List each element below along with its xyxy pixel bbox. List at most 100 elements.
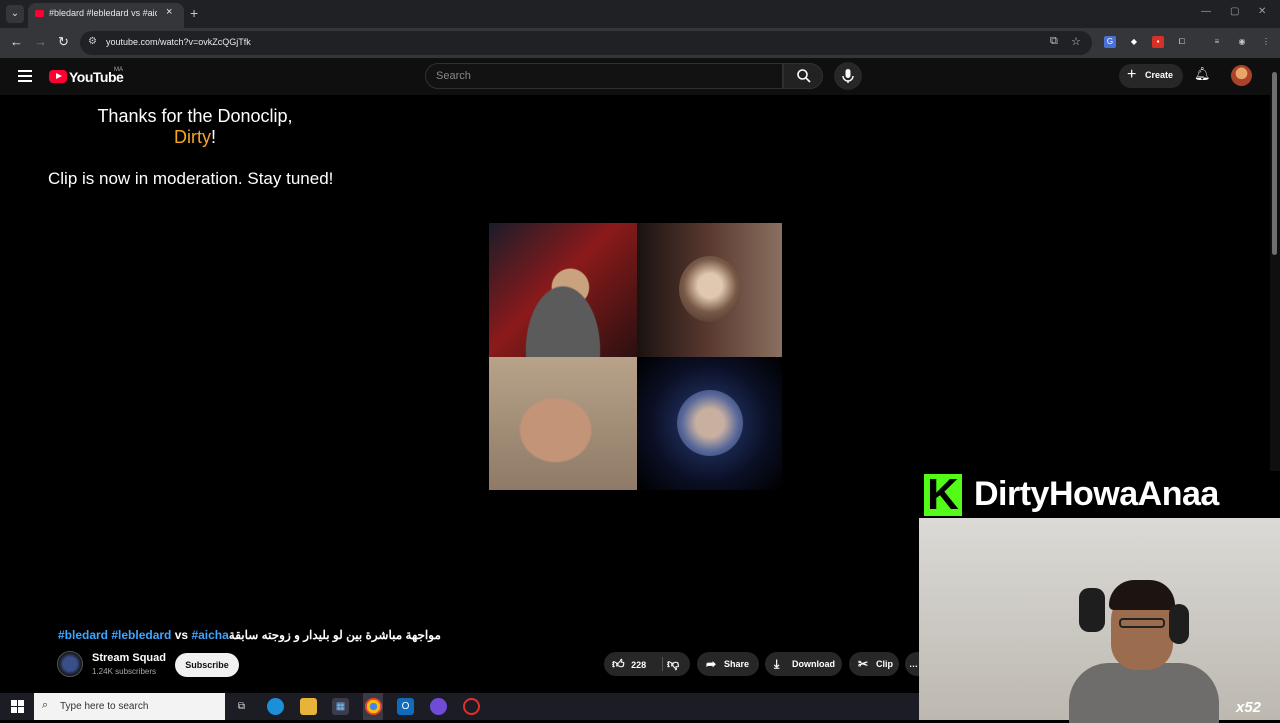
youtube-favicon-icon xyxy=(35,10,44,17)
site-info-icon[interactable]: ⚙ xyxy=(88,36,97,47)
like-dislike-group: 👍︎ 228 👎︎ xyxy=(604,652,690,676)
forward-arrow-icon[interactable]: → xyxy=(34,34,47,49)
share-button[interactable]: ➦ Share xyxy=(697,652,759,676)
video-title-arabic: مواجهة مباشرة بين لو بليدار و زوجته سابق… xyxy=(228,628,441,642)
webcam-person-hair xyxy=(1109,580,1175,610)
chrome-taskbar-icon[interactable] xyxy=(365,698,382,715)
share-label: Share xyxy=(724,659,750,669)
diamond-extension-icon[interactable]: ◆ xyxy=(1128,36,1140,48)
download-label: Download xyxy=(792,659,835,669)
participant-avatar xyxy=(679,256,741,322)
task-view-icon[interactable]: ⧉ xyxy=(233,698,250,715)
windows-taskbar: ⌕ Type here to search ⧉ ▦ O xyxy=(0,693,919,720)
hashtag-link[interactable]: #aicha xyxy=(191,628,228,642)
taskbar-search-placeholder: Type here to search xyxy=(60,701,149,712)
tab-close-icon[interactable]: × xyxy=(166,6,172,18)
share-arrow-icon: ➦ xyxy=(706,657,717,671)
bookmark-star-icon[interactable]: ☆ xyxy=(1071,35,1081,48)
file-explorer-icon[interactable] xyxy=(300,698,317,715)
hashtag-link[interactable]: #lebledard xyxy=(111,628,171,642)
browser-toolbar: ← → ↻ ⚙ youtube.com/watch?v=ovkZcQGjTfk … xyxy=(0,28,1280,58)
window-close-button[interactable]: ✕ xyxy=(1258,6,1266,17)
like-button[interactable]: 👍︎ 228 xyxy=(612,652,646,677)
scissors-icon: ✂ xyxy=(858,657,869,671)
headset-icon xyxy=(1079,588,1105,632)
extensions-puzzle-icon[interactable]: ⧠ xyxy=(1176,36,1188,48)
kick-logo-icon xyxy=(924,470,962,520)
title-vs: vs xyxy=(174,628,189,642)
red-extension-icon[interactable]: ▪ xyxy=(1152,36,1164,48)
like-count: 228 xyxy=(631,660,647,670)
multiplier-badge: x52 xyxy=(1236,699,1262,716)
window-minimize-button[interactable]: — xyxy=(1201,6,1211,17)
notifications-bell-icon[interactable]: 🔔︎ xyxy=(1194,66,1211,82)
youtube-header: YouTube MA Search + Create 🔔︎ xyxy=(0,58,1280,95)
subscriber-count: 1.24K subscribers xyxy=(92,667,157,676)
clip-button[interactable]: ✂ Clip xyxy=(849,652,899,676)
donor-name-line: Dirty! xyxy=(60,127,330,148)
outlook-icon[interactable]: O xyxy=(397,698,414,715)
dislike-button[interactable]: 👎︎ xyxy=(667,652,679,677)
streamer-name: DirtyHowaAnaa xyxy=(974,475,1219,513)
channel-name[interactable]: Stream Squad xyxy=(92,652,166,664)
channel-avatar[interactable] xyxy=(57,651,83,677)
headset-icon xyxy=(1169,604,1189,644)
subscribe-button[interactable]: Subscribe xyxy=(175,653,239,677)
edge-browser-icon[interactable] xyxy=(267,698,284,715)
more-actions-button[interactable]: … xyxy=(905,652,919,676)
moderation-status-text: Clip is now in moderation. Stay tuned! xyxy=(48,169,334,188)
thumbs-up-icon: 👍︎ xyxy=(612,657,625,671)
video-call-tile-top-left xyxy=(489,223,637,357)
tab-search-dropdown-button[interactable]: ⌄ xyxy=(6,5,24,23)
donoclip-thanks-text: Thanks for the Donoclip, xyxy=(97,106,293,126)
profile-icon[interactable]: ◉ xyxy=(1236,36,1248,48)
youtube-logo-icon[interactable] xyxy=(49,70,67,83)
search-placeholder: Search xyxy=(436,70,471,82)
like-divider xyxy=(662,657,663,671)
install-app-icon[interactable]: ⧉ xyxy=(1050,35,1058,48)
obs-app-icon[interactable] xyxy=(463,698,480,715)
hashtag-link[interactable]: #bledard xyxy=(58,628,108,642)
media-controls-icon[interactable]: ≡ xyxy=(1211,36,1223,48)
reload-icon[interactable]: ↻ xyxy=(58,34,69,50)
hamburger-menu-icon[interactable] xyxy=(18,70,32,82)
webcam-person-body xyxy=(1069,663,1219,723)
streamer-webcam xyxy=(919,518,1280,723)
microsoft-store-icon[interactable]: ▦ xyxy=(332,698,349,715)
windows-start-icon[interactable] xyxy=(11,700,24,713)
download-button[interactable]: ⤓ Download xyxy=(765,652,842,676)
chrome-menu-icon[interactable]: ⋮ xyxy=(1260,36,1272,48)
clip-label: Clip xyxy=(876,659,893,669)
voice-search-button[interactable] xyxy=(834,62,862,90)
back-arrow-icon[interactable]: ← xyxy=(10,34,23,49)
messenger-icon[interactable] xyxy=(430,698,447,715)
donor-name-suffix: ! xyxy=(210,127,216,147)
scrollbar-thumb[interactable] xyxy=(1272,72,1277,255)
participant-avatar xyxy=(677,390,743,456)
create-button[interactable]: + Create xyxy=(1119,64,1183,88)
video-call-tile-top-right xyxy=(637,223,782,357)
thumbs-down-icon: 👎︎ xyxy=(667,657,680,671)
new-tab-button[interactable]: + xyxy=(190,5,198,21)
more-dots-icon: … xyxy=(909,659,918,669)
search-icon xyxy=(797,69,811,83)
browser-tab-strip: ⌄ #bledard #lebledard vs #aicha × + — ▢ … xyxy=(0,0,1280,28)
microphone-icon xyxy=(842,69,854,83)
window-maximize-button[interactable]: ▢ xyxy=(1230,6,1239,17)
taskbar-search-icon: ⌕ xyxy=(42,699,49,711)
webcam-person-glasses xyxy=(1119,618,1165,628)
url-text: youtube.com/watch?v=ovkZcQGjTfk xyxy=(106,37,251,47)
search-button[interactable] xyxy=(783,63,823,89)
browser-tab-active[interactable]: #bledard #lebledard vs #aicha × xyxy=(28,3,184,28)
create-label: Create xyxy=(1145,70,1174,80)
streamer-name-banner: DirtyHowaAnaa xyxy=(919,470,1280,520)
search-input[interactable]: Search xyxy=(425,63,783,89)
tab-title: #bledard #lebledard vs #aicha xyxy=(49,8,157,18)
video-call-tile-bottom-right xyxy=(637,357,782,490)
translate-extension-icon[interactable]: G xyxy=(1104,36,1116,48)
video-call-tile-bottom-left xyxy=(489,357,637,490)
account-avatar[interactable] xyxy=(1231,65,1252,86)
address-bar[interactable]: ⚙ youtube.com/watch?v=ovkZcQGjTfk ⧉ ☆ xyxy=(80,31,1092,55)
donor-name: Dirty xyxy=(173,127,211,147)
taskbar-search-box[interactable]: ⌕ Type here to search xyxy=(34,693,225,720)
